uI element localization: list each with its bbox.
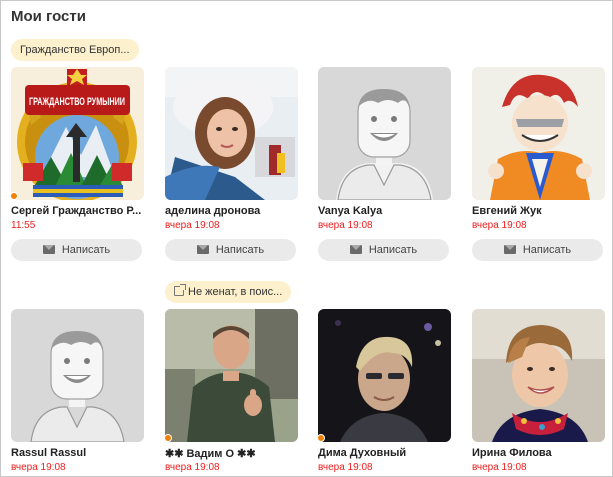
photo-girl-selfie-image — [165, 67, 298, 200]
guest-avatar[interactable] — [165, 309, 298, 442]
envelope-icon — [42, 245, 55, 254]
guest-avatar[interactable] — [472, 309, 605, 442]
visit-time: вчера 19:08 — [165, 220, 220, 231]
button-label: Написать — [61, 244, 111, 256]
status-tag[interactable]: Не женат, в поис... — [165, 281, 292, 303]
visit-time: вчера 19:08 — [472, 220, 527, 231]
send-message-button[interactable]: Написать — [472, 239, 603, 261]
guest-name[interactable]: Ирина Филова — [472, 447, 605, 459]
external-link-icon — [174, 284, 186, 296]
guest-name[interactable]: Евгений Жук — [472, 205, 605, 217]
visit-time: вчера 19:08 — [318, 220, 373, 231]
online-indicator — [164, 434, 172, 442]
svg-text:ГРАЖДАНСТВО РУМЫНИИ: ГРАЖДАНСТВО РУМЫНИИ — [29, 96, 125, 108]
photo-woman-smiling-image — [472, 309, 605, 442]
coat-of-arms-image: ГРАЖДАНСТВО РУМЫНИИ — [11, 67, 144, 200]
guest-name[interactable]: аделина дронова — [165, 205, 298, 217]
photo-man-thumbs-up-image — [165, 309, 298, 442]
guests-panel: Мои гости Гражданство Европ... ГРАЖДАНСТ… — [0, 0, 613, 477]
guest-name[interactable]: Сергей Гражданство Р... — [11, 205, 144, 217]
button-label: Написать — [215, 244, 265, 256]
guest-avatar[interactable]: ГРАЖДАНСТВО РУМЫНИИ — [11, 67, 144, 200]
section-title: Мои гости — [11, 8, 86, 25]
guest-name[interactable]: ✱✱ Вадим О ✱✱ — [165, 447, 298, 460]
send-message-button[interactable]: Написать — [165, 239, 296, 261]
status-tag-label: Гражданство Европ... — [20, 44, 130, 56]
photo-man-dark-image — [318, 309, 451, 442]
envelope-icon — [349, 245, 362, 254]
visit-time: вчера 19:08 — [318, 462, 373, 473]
guest-avatar[interactable] — [318, 309, 451, 442]
visit-time: вчера 19:08 — [472, 462, 527, 473]
guest-name[interactable]: Vanya Kalya — [318, 205, 451, 217]
anime-drawing-image — [472, 67, 605, 200]
placeholder-avatar-image — [11, 309, 144, 442]
guest-name[interactable]: Rassul Rassul — [11, 447, 144, 459]
button-label: Написать — [368, 244, 418, 256]
guest-avatar[interactable] — [165, 67, 298, 200]
button-label: Написать — [522, 244, 572, 256]
envelope-icon — [503, 245, 516, 254]
send-message-button[interactable]: Написать — [318, 239, 449, 261]
send-message-button[interactable]: Написать — [11, 239, 142, 261]
placeholder-avatar-image — [318, 67, 451, 200]
status-tag-label: Не женат, в поис... — [188, 286, 283, 298]
online-indicator — [317, 434, 325, 442]
status-tag[interactable]: Гражданство Европ... — [11, 39, 139, 61]
visit-time: 11:55 — [11, 220, 36, 231]
visit-time: вчера 19:08 — [165, 462, 220, 473]
visit-time: вчера 19:08 — [11, 462, 66, 473]
guest-avatar[interactable] — [11, 309, 144, 442]
online-indicator — [10, 192, 18, 200]
guest-name[interactable]: Дима Духовный — [318, 447, 451, 459]
envelope-icon — [196, 245, 209, 254]
guest-avatar[interactable] — [318, 67, 451, 200]
guest-avatar[interactable] — [472, 67, 605, 200]
